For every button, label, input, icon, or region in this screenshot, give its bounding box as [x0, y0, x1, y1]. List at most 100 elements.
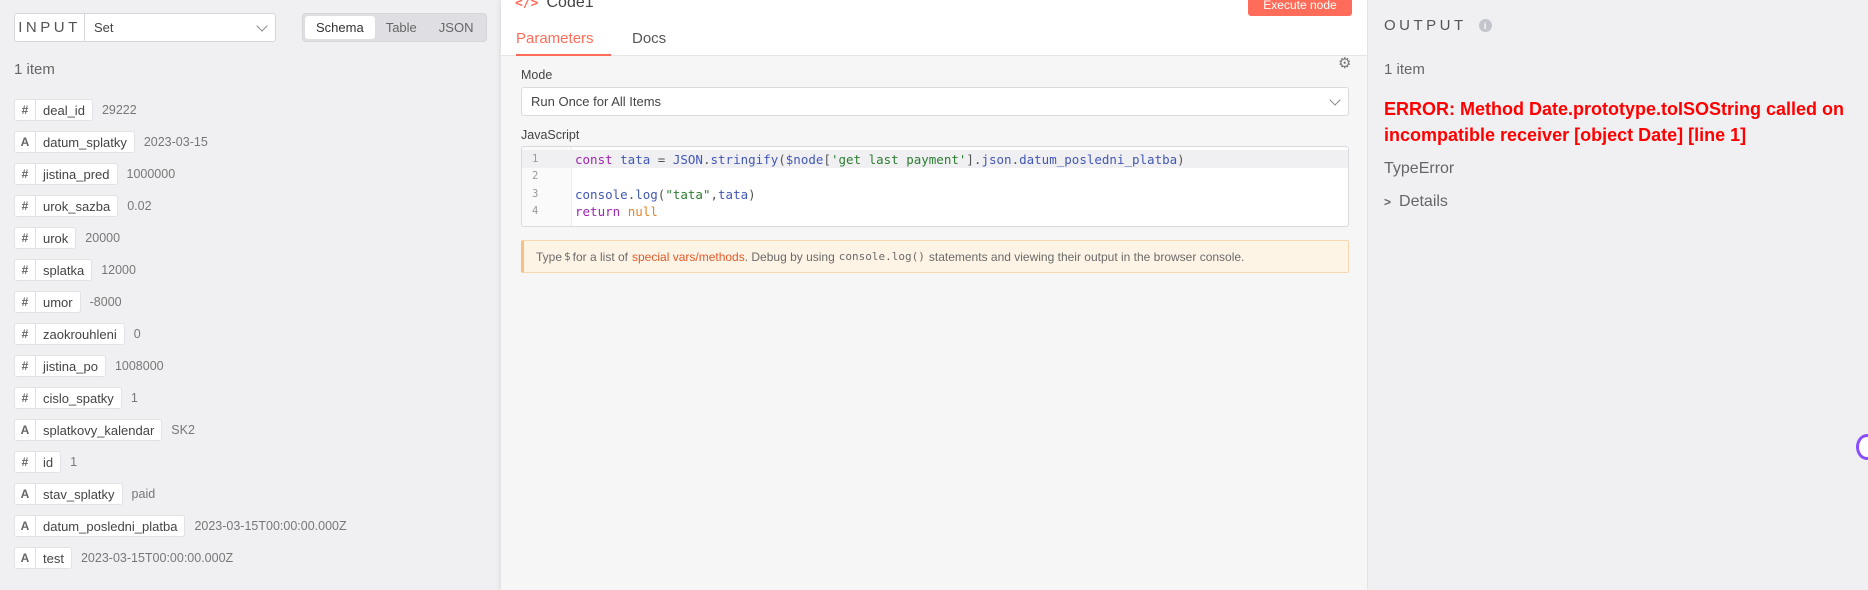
- code-text: return null: [572, 204, 658, 219]
- field-type-icon: #: [14, 323, 36, 345]
- mode-select[interactable]: Run Once for All Items: [521, 87, 1349, 116]
- view-table-button[interactable]: Table: [375, 16, 428, 39]
- code-line: 2: [522, 167, 1348, 185]
- field-type-icon: #: [14, 227, 36, 249]
- tab-parameters[interactable]: Parameters: [516, 30, 594, 47]
- code-token: console: [575, 186, 628, 202]
- field-type-icon: #: [14, 163, 36, 185]
- field-value: 2023-03-15T00:00:00.000Z: [80, 551, 234, 565]
- output-item-count: 1 item: [1384, 61, 1425, 78]
- schema-field-row: # splatka 12000: [14, 254, 484, 286]
- input-header: INPUT Set: [14, 13, 276, 42]
- field-type-icon: #: [14, 99, 36, 121]
- code-token: ): [1177, 151, 1185, 167]
- code-token: json: [981, 151, 1012, 167]
- input-node-select[interactable]: Set: [84, 13, 276, 42]
- field-type-icon: #: [14, 355, 36, 377]
- field-value: 2023-03-15: [143, 135, 208, 149]
- field-name[interactable]: test: [36, 547, 72, 569]
- code-token: stringify: [710, 151, 779, 167]
- node-name[interactable]: Code1: [546, 0, 593, 12]
- view-json-button[interactable]: JSON: [428, 16, 485, 39]
- code-token: JSON: [672, 151, 703, 167]
- schema-field-row: Adatum_splatky 2023-03-15: [14, 126, 484, 158]
- details-label: Details: [1399, 193, 1448, 210]
- code-icon: </>: [515, 0, 539, 11]
- field-value: SK2: [171, 423, 195, 437]
- schema-field-row: # jistina_pred 1000000: [14, 158, 484, 190]
- field-value: 1000000: [126, 167, 176, 181]
- input-label: INPUT: [14, 13, 84, 42]
- field-value: 2023-03-15T00:00:00.000Z: [194, 519, 347, 533]
- special-vars-link[interactable]: special vars/methods: [632, 250, 745, 264]
- code-token: $node: [785, 151, 824, 167]
- schema-field-row: # cislo_spatky 1: [14, 382, 484, 414]
- schema-field-row: # id 1: [14, 446, 484, 478]
- code-token: tata: [718, 186, 749, 202]
- field-name[interactable]: datum_posledni_platba: [36, 515, 186, 537]
- node-tabs: Parameters Docs ⚙: [501, 24, 1367, 72]
- code-token: [: [823, 151, 831, 167]
- code-token: "tata": [665, 186, 711, 202]
- line-number: 3: [532, 188, 539, 200]
- field-value: -8000: [89, 295, 122, 309]
- mode-select-value: Run Once for All Items: [531, 94, 662, 109]
- field-name[interactable]: cislo_spatky: [36, 387, 122, 409]
- code-token: ,: [710, 186, 719, 202]
- schema-field-list: # deal_id 29222 Adatum_splatky 2023-03-15 # ji…: [14, 94, 484, 574]
- output-title: OUTPUT i: [1384, 17, 1492, 34]
- node-title: </> Code1: [515, 0, 594, 12]
- field-name[interactable]: jistina_po: [36, 355, 106, 377]
- field-name[interactable]: id: [36, 451, 62, 473]
- field-name[interactable]: urok_sazba: [36, 195, 119, 217]
- info-icon[interactable]: i: [1478, 19, 1492, 32]
- line-number: 4: [532, 205, 539, 217]
- field-value: 0.02: [127, 199, 152, 213]
- chevron-down-icon: [1329, 93, 1341, 106]
- line-number: 2: [532, 170, 539, 182]
- field-type-icon: #: [14, 291, 36, 313]
- output-panel: OUTPUT i 1 item ERROR: Method Date.proto…: [1368, 0, 1868, 590]
- field-name[interactable]: umor: [36, 291, 81, 313]
- code-line: 3 console.log("tata",tata): [522, 185, 1348, 203]
- field-name[interactable]: splatka: [36, 259, 93, 281]
- schema-field-row: # urok_sazba 0.02: [14, 190, 484, 222]
- field-type-icon: A: [14, 483, 36, 505]
- field-name[interactable]: stav_splatky: [36, 483, 123, 505]
- error-message: ERROR: Method Date.prototype.toISOString…: [1384, 99, 1845, 145]
- error-details-toggle[interactable]: > Details: [1384, 193, 1448, 211]
- hint-text-1: Type: [536, 249, 563, 264]
- field-name[interactable]: datum_splatky: [36, 131, 135, 153]
- input-panel: INPUT Set Schema Table JSON 1 item # deal…: [0, 0, 500, 590]
- code-token: const: [575, 151, 621, 167]
- field-name[interactable]: deal_id: [36, 99, 93, 121]
- hint-dollar: $: [564, 250, 571, 263]
- active-tab-indicator: [516, 54, 611, 56]
- schema-field-row: Asplatkovy_kalendar SK2: [14, 414, 484, 446]
- hint-text-4: statements and viewing their output in t…: [928, 249, 1245, 264]
- code-editor[interactable]: 1 const tata = JSON.stringify($node['get …: [521, 146, 1349, 227]
- field-type-icon: #: [14, 259, 36, 281]
- field-value: 1008000: [114, 359, 164, 373]
- field-name[interactable]: zaokrouhleni: [36, 323, 125, 345]
- field-name[interactable]: urok: [36, 227, 77, 249]
- mode-label: Mode: [521, 68, 553, 82]
- view-schema-button[interactable]: Schema: [305, 16, 375, 39]
- field-value: 0: [133, 327, 141, 341]
- chevron-right-icon: >: [1384, 195, 1392, 209]
- gear-icon[interactable]: ⚙: [1338, 54, 1351, 72]
- output-label: OUTPUT: [1384, 17, 1467, 34]
- field-name[interactable]: splatkovy_kalendar: [36, 419, 163, 441]
- schema-field-row: # jistina_po 1008000: [14, 350, 484, 382]
- field-value: 1: [70, 455, 78, 469]
- hint-text-3: . Debug by using: [744, 249, 835, 264]
- field-name[interactable]: jistina_pred: [36, 163, 118, 185]
- field-value: 1: [130, 391, 138, 405]
- code-token: datum_posledni_platba: [1019, 151, 1178, 167]
- schema-field-row: Atest 2023-03-15T00:00:00.000Z: [14, 542, 484, 574]
- execute-node-button[interactable]: Execute node: [1248, 0, 1352, 16]
- field-type-icon: A: [14, 419, 36, 441]
- input-item-count: 1 item: [14, 61, 55, 78]
- tab-docs[interactable]: Docs: [632, 30, 666, 47]
- schema-field-row: # urok 20000: [14, 222, 484, 254]
